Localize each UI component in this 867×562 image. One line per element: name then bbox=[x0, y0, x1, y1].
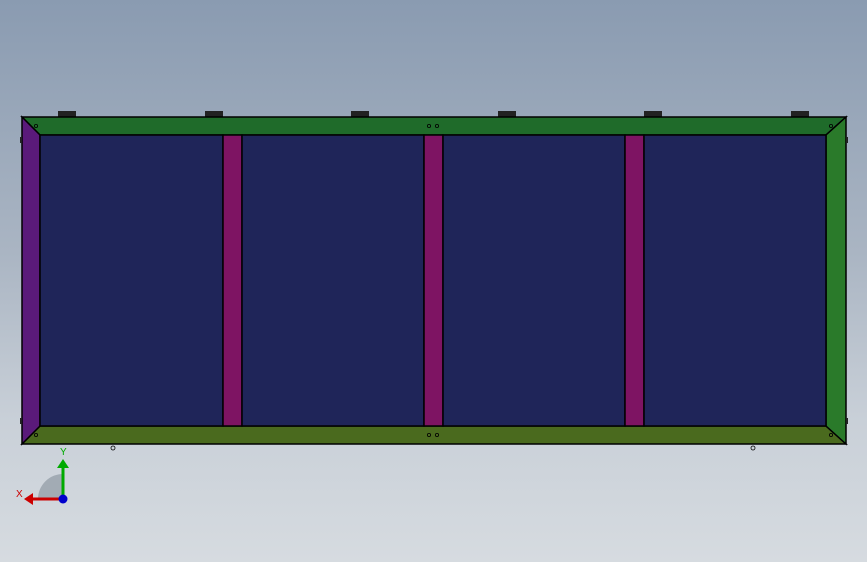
clip-4 bbox=[498, 111, 516, 117]
divider-2[interactable] bbox=[423, 134, 444, 427]
triad-x-arrow bbox=[24, 493, 33, 505]
clip-2 bbox=[205, 111, 223, 117]
frame-bottom[interactable] bbox=[20, 425, 848, 445]
left-tab-bottom bbox=[20, 418, 22, 424]
panel-3[interactable] bbox=[442, 134, 626, 427]
clip-3 bbox=[351, 111, 369, 117]
top-clips bbox=[58, 111, 809, 117]
reference-triad: X Y bbox=[16, 447, 69, 505]
triad-plane bbox=[38, 474, 63, 499]
left-tab-top bbox=[20, 137, 22, 143]
right-tab-bottom bbox=[846, 418, 848, 424]
panel-4[interactable] bbox=[643, 134, 827, 427]
triad-x-label: X bbox=[16, 489, 23, 500]
divider-3[interactable] bbox=[624, 134, 645, 427]
panel-2[interactable] bbox=[241, 134, 425, 427]
graphics-viewport[interactable]: X Y bbox=[0, 0, 867, 562]
clip-5 bbox=[644, 111, 662, 117]
clip-1 bbox=[58, 111, 76, 117]
frame-left[interactable] bbox=[21, 115, 41, 446]
triad-y-arrow bbox=[57, 459, 69, 468]
clip-6 bbox=[791, 111, 809, 117]
panel-1[interactable] bbox=[39, 134, 224, 427]
triad-y-label: Y bbox=[60, 447, 67, 458]
divider-1[interactable] bbox=[222, 134, 243, 427]
model-view[interactable]: X Y bbox=[0, 0, 867, 562]
right-tab-top bbox=[846, 137, 848, 143]
triad-z-axis bbox=[58, 494, 68, 504]
frame-top[interactable] bbox=[20, 116, 848, 136]
frame-right[interactable] bbox=[825, 115, 847, 446]
